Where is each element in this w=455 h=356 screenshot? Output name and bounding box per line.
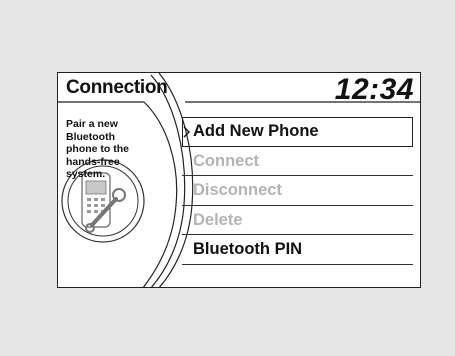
menu-item-delete[interactable]: Delete xyxy=(182,206,413,235)
hint-text: Pair a new Bluetooth phone to the hands-… xyxy=(66,118,129,180)
menu-item-label: Disconnect xyxy=(193,181,282,199)
connection-screen: Connection 12:34 Pair a new Bluetooth ph… xyxy=(57,72,421,288)
connection-menu: Add New Phone Connect Disconnect Delete … xyxy=(182,117,413,265)
screen-title: Connection xyxy=(66,77,168,98)
menu-item-label: Bluetooth PIN xyxy=(193,240,303,258)
menu-item-label: Delete xyxy=(193,210,243,229)
menu-item-disconnect[interactable]: Disconnect xyxy=(182,176,413,206)
clock: 12:34 xyxy=(334,73,414,106)
selection-cursor-icon xyxy=(183,126,190,138)
menu-item-label: Add New Phone xyxy=(193,122,319,140)
menu-item-label: Connect xyxy=(193,151,259,170)
menu-item-add-new-phone[interactable]: Add New Phone xyxy=(182,117,413,147)
menu-item-connect[interactable]: Connect xyxy=(182,147,413,176)
menu-item-bluetooth-pin[interactable]: Bluetooth PIN xyxy=(182,235,413,265)
